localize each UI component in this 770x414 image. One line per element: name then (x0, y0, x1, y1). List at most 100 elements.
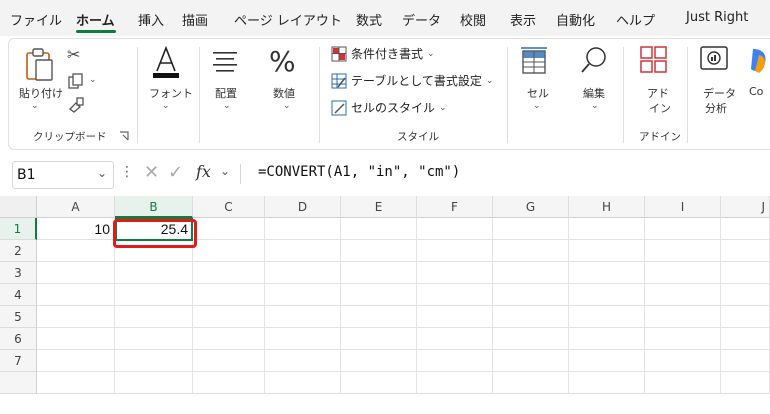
cells-icon[interactable] (521, 47, 547, 75)
tab-insert[interactable]: 挿入 (138, 10, 164, 29)
grid-cell[interactable] (493, 328, 569, 350)
formula-input[interactable]: =CONVERT(A1, "in", "cm") (258, 164, 460, 180)
chevron-down-icon[interactable]: ⌄ (220, 164, 230, 178)
insert-function-icon[interactable]: fx (196, 162, 211, 181)
tab-help[interactable]: ヘルプ (616, 10, 655, 29)
grid-cell[interactable] (493, 218, 569, 240)
column-header-j[interactable]: J (721, 196, 770, 218)
grid-cell[interactable] (569, 328, 645, 350)
grid-cell[interactable] (417, 218, 493, 240)
grid-cell[interactable] (721, 262, 770, 284)
grid-cell[interactable] (193, 240, 265, 262)
grid-cell[interactable] (569, 372, 645, 394)
grid-cell[interactable] (645, 372, 721, 394)
alignment-dropdown-icon[interactable]: ⌄ (223, 101, 231, 111)
copy-icon[interactable] (67, 73, 85, 91)
chevron-down-icon[interactable]: ⌄ (97, 166, 107, 180)
number-dropdown-icon[interactable]: ⌄ (283, 101, 291, 111)
grid-cell[interactable] (569, 350, 645, 372)
grid-cell[interactable] (37, 284, 115, 306)
grid-cell[interactable] (193, 328, 265, 350)
enter-icon[interactable]: ✓ (168, 162, 183, 183)
row-header-5[interactable]: 5 (0, 306, 37, 328)
grid-cell[interactable] (341, 262, 417, 284)
font-label[interactable]: フォント (149, 85, 193, 101)
grid-cell[interactable] (37, 372, 115, 394)
grid-cell[interactable] (417, 328, 493, 350)
grid-cell[interactable] (417, 350, 493, 372)
row-header-1[interactable]: 1 (0, 218, 37, 240)
format-painter-icon[interactable] (67, 97, 85, 113)
tab-formulas[interactable]: 数式 (356, 10, 382, 29)
grid-cell[interactable] (37, 306, 115, 328)
tab-view[interactable]: 表示 (510, 10, 536, 29)
row-header-2[interactable]: 2 (0, 240, 37, 262)
grid-cell[interactable] (193, 218, 265, 240)
row-header-8[interactable] (0, 372, 37, 394)
add-ins-label-line1[interactable]: アド (647, 85, 669, 101)
name-box[interactable]: B1 ⌄ (12, 161, 114, 189)
column-header-h[interactable]: H (569, 196, 645, 218)
grid-cell[interactable] (193, 350, 265, 372)
grid-cell[interactable] (721, 306, 770, 328)
grid-cell[interactable] (417, 372, 493, 394)
grid-cell[interactable] (645, 284, 721, 306)
grid-cell[interactable] (645, 262, 721, 284)
tab-home[interactable]: ホーム (76, 10, 115, 29)
cells-label[interactable]: セル (527, 85, 549, 101)
grid-cell[interactable] (265, 218, 341, 240)
data-analysis-icon[interactable] (699, 45, 729, 75)
grid-cell[interactable] (569, 218, 645, 240)
grid-cell[interactable] (341, 240, 417, 262)
font-dropdown-icon[interactable]: ⌄ (162, 101, 170, 111)
grid-cell[interactable] (721, 350, 770, 372)
row-header-4[interactable]: 4 (0, 284, 37, 306)
data-analysis-label-line1[interactable]: データ (703, 85, 736, 101)
search-icon[interactable] (579, 45, 609, 77)
column-header-i[interactable]: I (645, 196, 721, 218)
editing-dropdown-icon[interactable]: ⌄ (591, 101, 599, 111)
grid-cell[interactable] (341, 372, 417, 394)
format-as-table-button[interactable]: テーブルとして書式設定 ⌄ (331, 72, 493, 89)
paste-icon[interactable] (23, 47, 55, 83)
cell-styles-button[interactable]: セルのスタイル ⌄ (331, 99, 447, 116)
grid-cell[interactable] (493, 306, 569, 328)
font-icon[interactable] (151, 45, 181, 79)
grid-cell[interactable] (341, 284, 417, 306)
grid-cell[interactable] (645, 218, 721, 240)
grid-cell[interactable] (341, 328, 417, 350)
row-header-3[interactable]: 3 (0, 262, 37, 284)
grid-cell[interactable] (417, 284, 493, 306)
paste-label[interactable]: 貼り付け (19, 85, 63, 101)
grid-cell[interactable] (645, 328, 721, 350)
grid-cell[interactable] (37, 240, 115, 262)
grid-cell[interactable] (645, 350, 721, 372)
column-header-d[interactable]: D (265, 196, 341, 218)
grid-cell[interactable] (341, 350, 417, 372)
add-ins-icon[interactable] (639, 45, 669, 75)
grid-cell[interactable] (115, 262, 193, 284)
alignment-icon[interactable] (211, 49, 239, 73)
grid-cell[interactable] (115, 306, 193, 328)
grid-cell[interactable] (645, 240, 721, 262)
column-header-g[interactable]: G (493, 196, 569, 218)
add-ins-label-line2[interactable]: イン (649, 100, 671, 116)
column-header-f[interactable]: F (417, 196, 493, 218)
grid-cell[interactable] (721, 284, 770, 306)
grid-cell[interactable] (193, 262, 265, 284)
grid-cell[interactable] (341, 218, 417, 240)
tab-just-right[interactable]: Just Right (686, 10, 748, 25)
grid-cell[interactable] (721, 328, 770, 350)
cell-a1[interactable]: 10 (37, 218, 115, 240)
column-header-c[interactable]: C (193, 196, 265, 218)
tab-page-layout[interactable]: ページ レイアウト (234, 10, 342, 29)
grid-cell[interactable] (417, 306, 493, 328)
grid-cell[interactable] (341, 306, 417, 328)
grid-cell[interactable] (115, 372, 193, 394)
grid-cell[interactable] (493, 262, 569, 284)
copilot-label[interactable]: Co (749, 85, 763, 98)
grid-cell[interactable] (721, 372, 770, 394)
grid-cell[interactable] (721, 240, 770, 262)
row-header-6[interactable]: 6 (0, 328, 37, 350)
grid-cell[interactable] (193, 372, 265, 394)
